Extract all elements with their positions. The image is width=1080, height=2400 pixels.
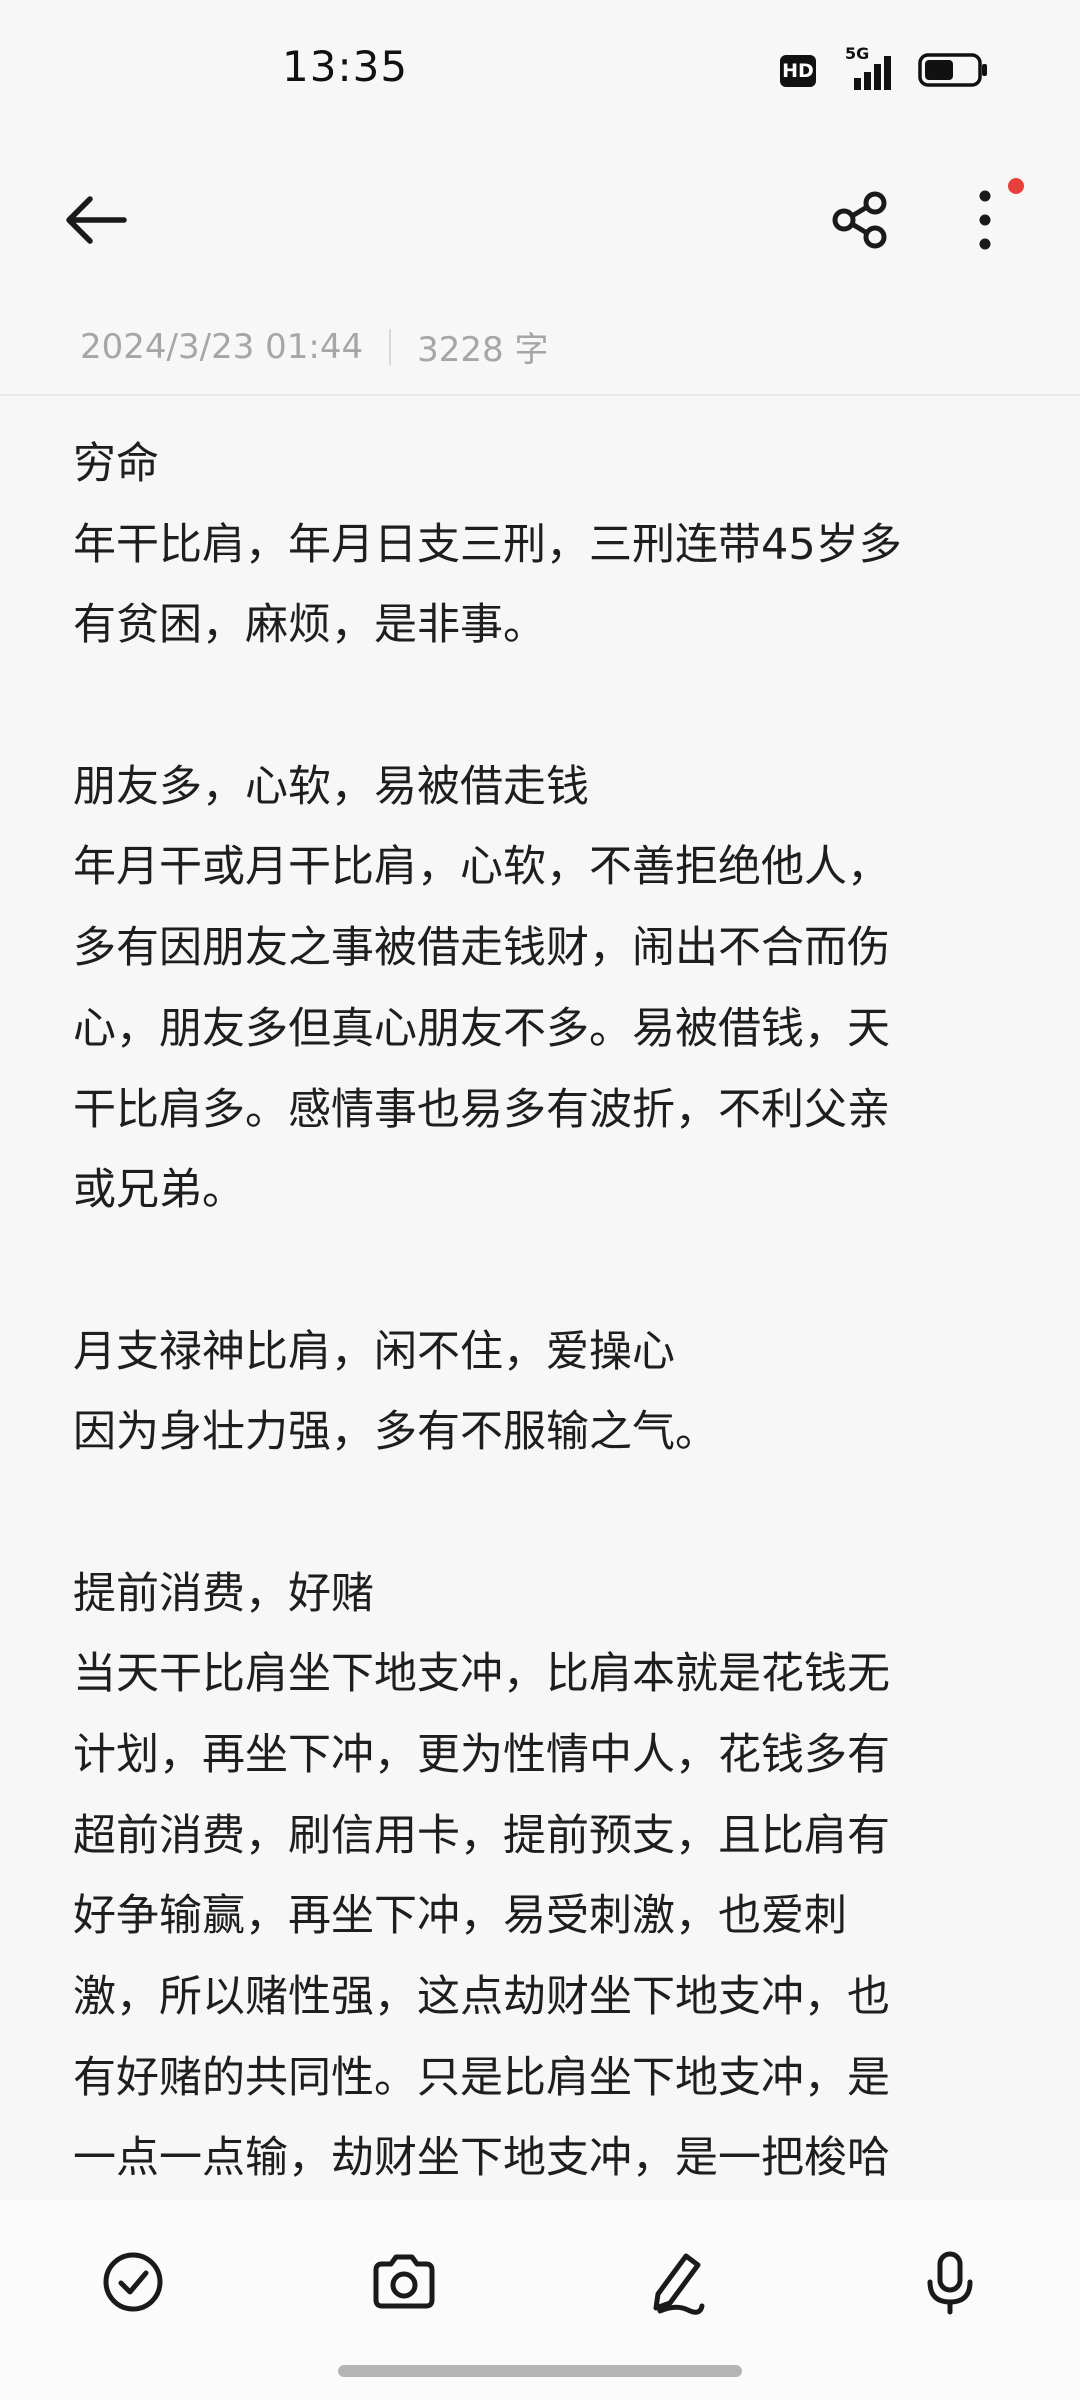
checklist-icon [103,2252,163,2312]
camera-icon [373,2254,435,2309]
share-icon [832,191,887,249]
battery-icon [918,52,990,88]
note-content[interactable]: 穷命年干比肩，年月日支三刑，三刑连带45岁多 有贫困，麻烦，是非事。 朋友多，心软，… [73,424,1008,2196]
note-line: 心，朋友多但真心朋友不多。易被借钱，天 [73,1003,890,1054]
note-datetime: 2024/3/23 01:44 [80,326,364,367]
note-line: 因为身壮力强，多有不服输之气。 [73,1407,718,1458]
note-line: 或兄弟。 [73,1165,245,1216]
note-line: 好争输赢，再坐下冲，易受刺激，也爱刺 [73,1891,847,1942]
note-line: 超前消费，刷信用卡，提前预支，且比肩有 [73,1810,890,1861]
home-indicator[interactable] [338,2365,742,2377]
note-word-count: 3228 字 [417,330,549,370]
note-line: 干比肩多。感情事也易多有波折，不利父亲 [73,1084,890,1135]
note-line [73,666,1008,747]
note-line: 有贫困，麻烦，是非事。 [73,600,546,651]
back-button[interactable] [58,190,134,250]
note-line: 月支禄神比肩，闲不住，爱操心 [73,1326,675,1377]
pen-icon [653,2253,705,2315]
note-toolbar [0,160,1080,280]
share-button[interactable] [828,188,892,252]
voice-input-button[interactable] [910,2242,990,2322]
status-bar: 13:35 HD 5G [0,0,1080,140]
note-meta: 2024/3/23 01:44 3228 字 [80,322,548,371]
note-line: 计划，再坐下冲，更为性情中人，花钱多有 [73,1730,890,1780]
note-line: 有好赌的共同性。只是比肩坐下地支冲，是 [73,2052,890,2103]
note-line: 朋友多，心软，易被借走钱 [73,761,589,812]
note-line [73,1231,1008,1312]
checklist-button[interactable] [93,2242,173,2322]
note-line: 穷命 [73,439,159,489]
more-vert-icon [979,190,991,250]
meta-separator [389,328,392,365]
camera-button[interactable] [364,2242,444,2322]
microphone-icon [927,2251,973,2315]
back-arrow-icon [66,196,127,244]
notification-dot [1008,178,1024,194]
hd-icon: HD [780,55,816,87]
header-divider [0,394,1080,396]
note-line: 提前消费，好赌 [73,1568,374,1619]
more-options-button[interactable] [960,182,1010,258]
note-line: 年干比肩，年月日支三刑，三刑连带45岁多 [73,519,902,570]
note-line: 年月干或月干比肩，心软，不善拒绝他人， [73,842,890,893]
note-line: 当天干比肩坐下地支冲，比肩本就是花钱无 [73,1649,890,1700]
note-line: 一点一点输，劫财坐下地支冲，是一把梭哈 [73,2133,890,2184]
signal-icon [840,48,900,92]
note-line: 多有因朋友之事被借走钱财，闹出不合而伤 [73,923,890,974]
status-time: 13:35 [282,42,409,91]
note-line [73,1473,1008,1554]
handwriting-button[interactable] [636,2242,716,2322]
note-line: 激，所以赌性强，这点劫财坐下地支冲，也 [73,1972,890,2023]
